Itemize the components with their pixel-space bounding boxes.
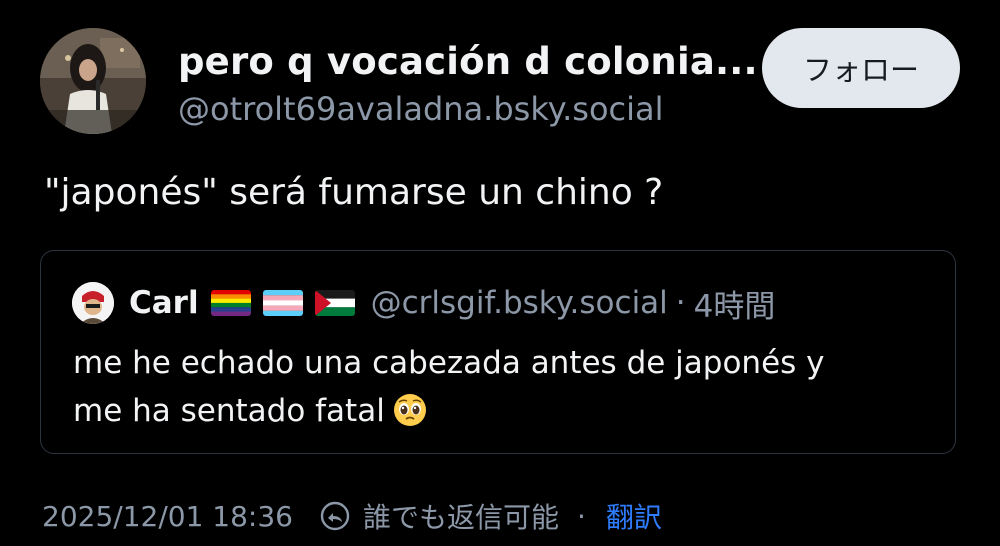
transgender-flag-icon	[262, 290, 303, 316]
post-footer: 2025/12/01 18:36 誰でも返信可能 · 翻訳	[42, 496, 662, 536]
quoted-text-line-2: me ha sentado fatal	[73, 387, 933, 435]
post-text: "japonés" será fumarse un chino ?	[44, 172, 664, 213]
quoted-post-meta: Carl @crlsgif.bsky.social · 4時間	[129, 281, 775, 325]
quoted-text-line: me he echado una cabezada antes de japon…	[73, 345, 825, 381]
reply-settings-icon	[319, 500, 351, 532]
post-header: pero q vocación d colonia... @otrolt69av…	[40, 26, 970, 136]
quoted-post-time[interactable]: 4時間	[694, 281, 776, 326]
footer-separator: ·	[577, 499, 586, 533]
meta-separator: ·	[675, 285, 686, 321]
quoted-author-avatar[interactable]	[72, 282, 114, 324]
quoted-author-name[interactable]: Carl	[129, 285, 199, 321]
translate-link[interactable]: 翻訳	[606, 496, 662, 536]
quoted-avatar-image	[72, 282, 114, 324]
author-handle[interactable]: @otrolt69avaladna.bsky.social	[178, 90, 664, 128]
quoted-text-line: me ha sentado fatal	[73, 393, 385, 429]
follow-button[interactable]: フォロー	[762, 28, 960, 108]
palestine-flag-icon	[314, 290, 355, 316]
reply-setting-label[interactable]: 誰でも返信可能	[363, 496, 559, 536]
author-avatar-image	[40, 28, 146, 134]
post-timestamp: 2025/12/01 18:36	[42, 499, 293, 533]
author-display-name[interactable]: pero q vocación d colonia...	[178, 40, 758, 83]
author-avatar[interactable]	[40, 28, 146, 134]
quoted-author-handle[interactable]: @crlsgif.bsky.social	[371, 285, 668, 321]
pleading-face-emoji-icon	[393, 393, 427, 427]
rainbow-pride-flag-icon	[210, 290, 251, 316]
quoted-post-text: me he echado una cabezada antes de japon…	[73, 339, 933, 435]
quoted-post-card[interactable]: Carl @crlsgif.bsky.social · 4時間 me he ec…	[40, 250, 956, 454]
